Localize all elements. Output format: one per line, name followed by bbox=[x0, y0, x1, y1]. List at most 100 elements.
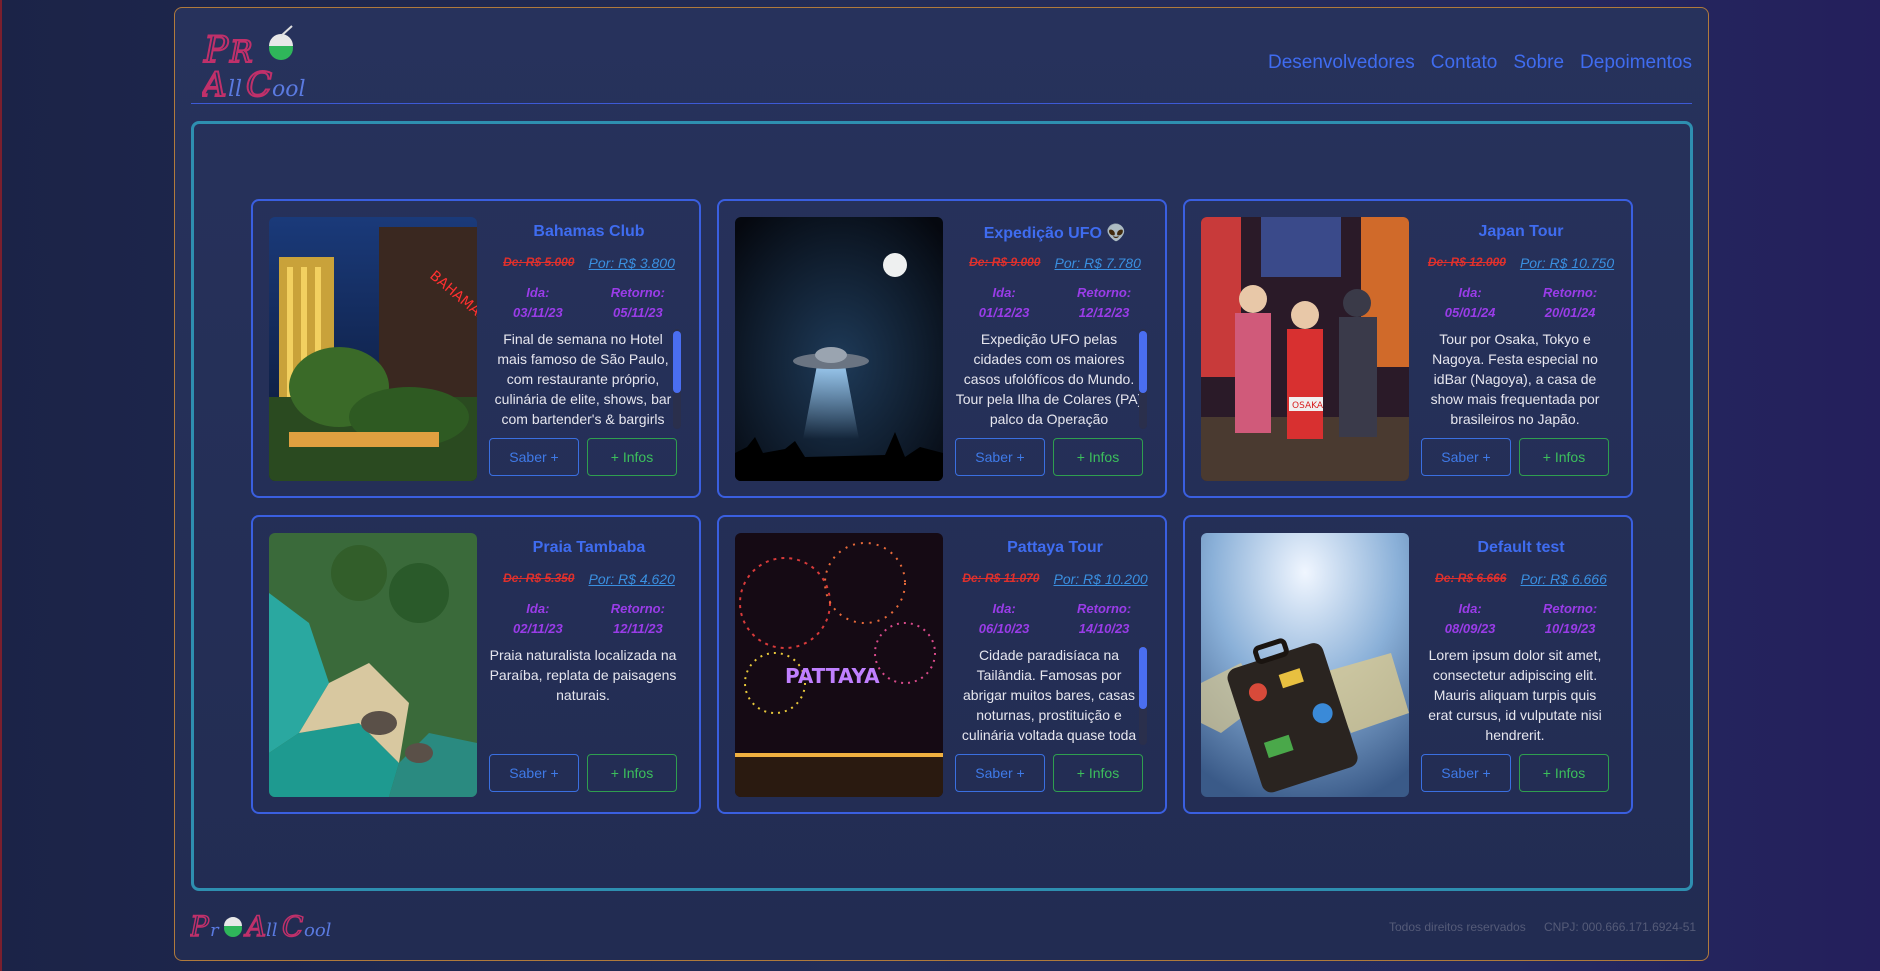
package-card: PATTAYA Pattaya Tour De: R$ 11.070 Por: … bbox=[717, 515, 1167, 814]
saber-mais-button[interactable]: Saber + bbox=[955, 438, 1045, 476]
card-description: Praia naturalista localizada na Paraíba,… bbox=[489, 647, 677, 703]
old-price: De: R$ 6.666 bbox=[1435, 571, 1507, 585]
mais-infos-button[interactable]: + Infos bbox=[1519, 438, 1609, 476]
card-title: Japan Tour bbox=[1478, 223, 1564, 240]
card-dates: Ida: 01/12/23 Retorno: 12/12/23 bbox=[955, 283, 1155, 323]
beach-aerial-photo-icon bbox=[269, 533, 477, 797]
retorno-label: Retorno: bbox=[610, 601, 665, 616]
retorno-label: Retorno: bbox=[1543, 601, 1598, 616]
card-title: Default test bbox=[1477, 539, 1565, 556]
card-dates: Ida: 05/01/24 Retorno: 20/01/24 bbox=[1421, 283, 1621, 323]
svg-text:ool: ool bbox=[304, 920, 332, 941]
svg-text:r: r bbox=[210, 920, 220, 941]
card-description: Final de semana no Hotel mais famoso de … bbox=[494, 331, 672, 427]
saber-mais-button[interactable]: Saber + bbox=[1421, 754, 1511, 792]
footer-logo[interactable]: P r A ll C ool bbox=[188, 906, 345, 944]
proallcool-logo-icon: P r A ll C ool bbox=[188, 909, 332, 944]
proallcool-logo-icon: P R A ll C ool bbox=[198, 25, 306, 106]
saber-mais-button[interactable]: Saber + bbox=[489, 754, 579, 792]
card-prices: De: R$ 6.666 Por: R$ 6.666 bbox=[1421, 571, 1621, 587]
footer-rights: Todos direitos reservados bbox=[1389, 920, 1526, 934]
nav-sobre[interactable]: Sobre bbox=[1513, 52, 1564, 74]
svg-text:C: C bbox=[282, 910, 303, 942]
description-scrollbar[interactable] bbox=[1139, 329, 1147, 429]
new-price[interactable]: Por: R$ 10.200 bbox=[1053, 571, 1147, 587]
nav-desenvolvedores[interactable]: Desenvolvedores bbox=[1268, 52, 1415, 74]
card-prices: De: R$ 5.350 Por: R$ 4.620 bbox=[489, 571, 689, 587]
new-price[interactable]: Por: R$ 6.666 bbox=[1520, 571, 1606, 587]
description-scrollbar[interactable] bbox=[1139, 645, 1147, 745]
card-prices: De: R$ 11.070 Por: R$ 10.200 bbox=[955, 571, 1155, 587]
card-prices: De: R$ 9.000 Por: R$ 7.780 bbox=[955, 255, 1155, 271]
new-price[interactable]: Por: R$ 7.780 bbox=[1054, 255, 1140, 271]
ida-label: Ida: bbox=[526, 601, 550, 616]
saber-mais-button[interactable]: Saber + bbox=[489, 438, 579, 476]
svg-text:ll: ll bbox=[228, 77, 242, 100]
ida-date: 03/11/23 bbox=[513, 305, 563, 320]
card-title: Praia Tambaba bbox=[532, 539, 646, 556]
card-dates: Ida: 03/11/23 Retorno: 05/11/23 bbox=[489, 283, 689, 323]
mais-infos-button[interactable]: + Infos bbox=[1053, 438, 1143, 476]
retorno-label: Retorno: bbox=[1077, 285, 1132, 300]
retorno-label: Retorno: bbox=[610, 285, 665, 300]
osaka-street-photo-icon: OSAKA bbox=[1201, 217, 1409, 481]
svg-text:ll: ll bbox=[266, 920, 278, 941]
saber-mais-button[interactable]: Saber + bbox=[1421, 438, 1511, 476]
footer-cnpj: CNPJ: 000.666.171.6924-51 bbox=[1544, 920, 1697, 934]
ida-label: Ida: bbox=[992, 285, 1016, 300]
mais-infos-button[interactable]: + Infos bbox=[587, 438, 677, 476]
package-card: Expedição UFO 👽 De: R$ 9.000 Por: R$ 7.7… bbox=[717, 199, 1167, 498]
card-title: Bahamas Club bbox=[533, 223, 645, 240]
retorno-date: 10/19/23 bbox=[1544, 621, 1596, 636]
new-price[interactable]: Por: R$ 3.800 bbox=[588, 255, 674, 271]
svg-text:P: P bbox=[190, 910, 210, 942]
ida-label: Ida: bbox=[526, 285, 550, 300]
card-description: Tour por Osaka, Tokyo e Nagoya. Festa es… bbox=[1430, 331, 1600, 427]
new-price[interactable]: Por: R$ 10.750 bbox=[1520, 255, 1614, 271]
svg-text:ool: ool bbox=[272, 77, 306, 100]
saber-mais-button[interactable]: Saber + bbox=[955, 754, 1045, 792]
hotel-night-photo-icon: BAHAMAS bbox=[269, 217, 477, 481]
ufo-night-photo-icon bbox=[735, 217, 943, 481]
svg-text:OSAKA: OSAKA bbox=[1292, 401, 1324, 411]
ida-label: Ida: bbox=[992, 601, 1016, 616]
header-divider bbox=[191, 103, 1692, 104]
description-scrollbar[interactable] bbox=[673, 329, 681, 429]
package-card: Praia Tambaba De: R$ 5.350 Por: R$ 4.620… bbox=[251, 515, 701, 814]
card-description: Lorem ipsum dolor sit amet, consectetur … bbox=[1428, 647, 1602, 743]
new-price[interactable]: Por: R$ 4.620 bbox=[588, 571, 674, 587]
retorno-date: 05/11/23 bbox=[613, 305, 663, 320]
retorno-date: 20/01/24 bbox=[1544, 305, 1596, 320]
old-price: De: R$ 5.000 bbox=[503, 255, 575, 269]
old-price: De: R$ 12.000 bbox=[1427, 255, 1506, 269]
package-card: Default test De: R$ 6.666 Por: R$ 6.666 … bbox=[1183, 515, 1633, 814]
card-dates: Ida: 08/09/23 Retorno: 10/19/23 bbox=[1421, 599, 1621, 639]
ida-date: 05/01/24 bbox=[1444, 305, 1496, 320]
ida-label: Ida: bbox=[1458, 601, 1482, 616]
ida-date: 08/09/23 bbox=[1444, 621, 1496, 636]
nav-depoimentos[interactable]: Depoimentos bbox=[1580, 52, 1692, 74]
svg-text:PATTAYA: PATTAYA bbox=[785, 664, 880, 688]
mais-infos-button[interactable]: + Infos bbox=[1519, 754, 1609, 792]
svg-text:A: A bbox=[243, 910, 266, 942]
card-title: Expedição UFO 👽 bbox=[983, 225, 1127, 242]
retorno-date: 14/10/23 bbox=[1078, 621, 1130, 636]
card-dates: Ida: 02/11/23 Retorno: 12/11/23 bbox=[489, 599, 689, 639]
fireworks-photo-icon: PATTAYA bbox=[735, 533, 943, 797]
retorno-date: 12/11/23 bbox=[613, 621, 663, 636]
svg-text:C: C bbox=[246, 65, 272, 100]
nav-contato[interactable]: Contato bbox=[1431, 52, 1498, 74]
retorno-label: Retorno: bbox=[1077, 601, 1132, 616]
mais-infos-button[interactable]: + Infos bbox=[1053, 754, 1143, 792]
card-prices: De: R$ 12.000 Por: R$ 10.750 bbox=[1421, 255, 1621, 271]
old-price: De: R$ 5.350 bbox=[503, 571, 575, 585]
logo[interactable]: P R A ll C ool bbox=[198, 20, 332, 106]
ida-date: 06/10/23 bbox=[978, 621, 1030, 636]
card-dates: Ida: 06/10/23 Retorno: 14/10/23 bbox=[955, 599, 1155, 639]
mais-infos-button[interactable]: + Infos bbox=[587, 754, 677, 792]
card-description: Cidade paradisíaca na Tailândia. Famosas… bbox=[961, 647, 1137, 743]
suitcase-map-photo-icon bbox=[1201, 533, 1409, 797]
card-description: Expedição UFO pelas cidades com os maior… bbox=[955, 331, 1143, 427]
retorno-label: Retorno: bbox=[1543, 285, 1598, 300]
main-nav: Desenvolvedores Contato Sobre Depoimento… bbox=[1268, 52, 1692, 74]
